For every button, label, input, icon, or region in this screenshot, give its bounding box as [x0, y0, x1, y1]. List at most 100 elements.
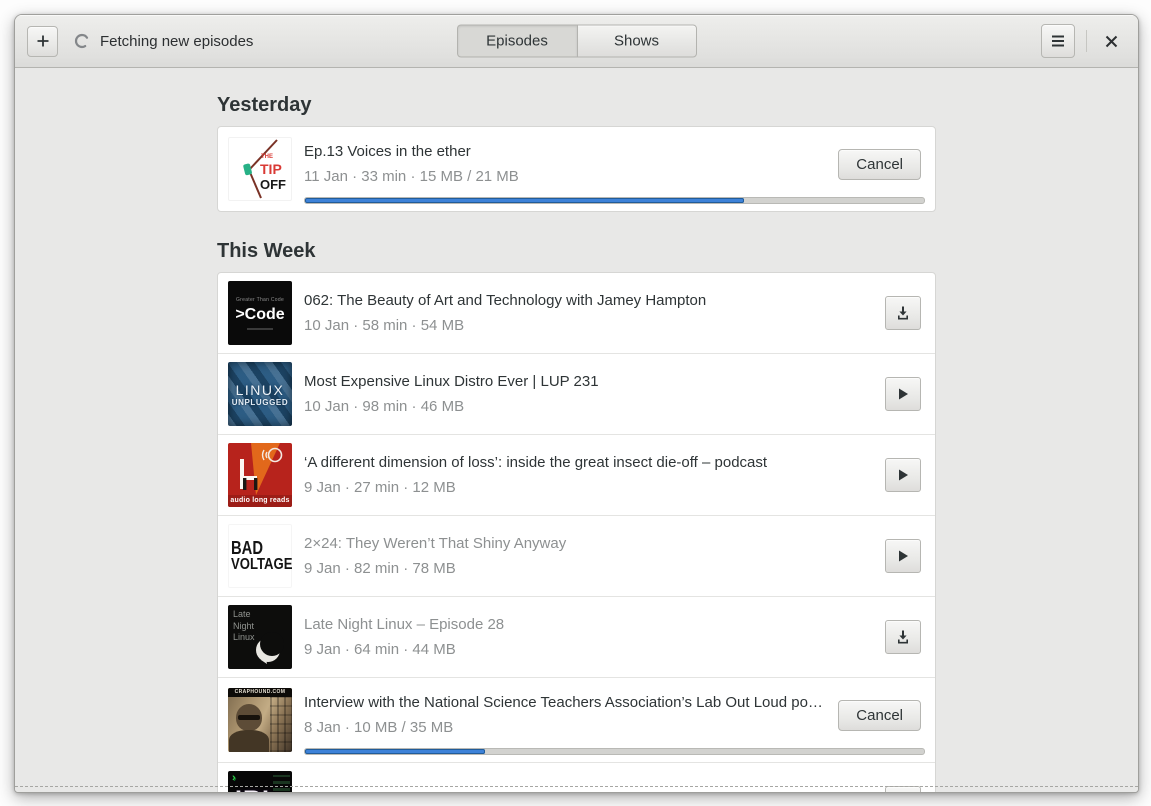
episode-section: This Week Greater Than Code >Code 062: T… — [217, 238, 936, 792]
logo-text: audio long reads — [228, 495, 292, 507]
cancel-button[interactable]: Cancel — [838, 148, 921, 180]
episode-meta: 9 Jan · 64 min · 44 MB — [304, 641, 456, 658]
episode-card: THE TIP OFF Ep.13 Voices in the ether 11… — [217, 126, 936, 212]
headerbar-right — [1041, 24, 1138, 58]
close-button[interactable] — [1098, 28, 1124, 54]
episode-text: 2×24: They Weren’t That Shiny Anyway 9 J… — [304, 533, 873, 579]
play-button[interactable] — [885, 377, 921, 411]
episode-row[interactable]: CRAPHOUND.COM Interview with the Nationa… — [218, 677, 935, 762]
episode-top: 2×24: They Weren’t That Shiny Anyway 9 J… — [304, 533, 921, 579]
logo-text: LINUX — [235, 381, 285, 398]
logo-text: CRAPHOUND.COM — [228, 688, 292, 697]
episode-text: ‘A different dimension of loss’: inside … — [304, 452, 873, 498]
cover-the-tip-off: THE TIP OFF — [228, 137, 292, 201]
close-icon — [1105, 35, 1117, 47]
episode-top: Late Night Linux – Episode 28 9 Jan · 64… — [304, 614, 921, 660]
cover-greater-than-code: Greater Than Code >Code — [228, 281, 292, 345]
episode-top: ‘A different dimension of loss’: inside … — [304, 452, 921, 498]
episode-main: 062: The Beauty of Art and Technology wi… — [304, 273, 921, 353]
app-window: Fetching new episodes Episodes Shows Yes… — [14, 14, 1139, 793]
episode-text: Late Night Linux – Episode 28 9 Jan · 64… — [304, 614, 873, 660]
headerbar-separator — [1086, 30, 1087, 52]
tab-episodes[interactable]: Episodes — [456, 24, 577, 58]
episode-top: Most Expensive Linux Distro Ever | LUP 2… — [304, 371, 921, 417]
episode-meta: 9 Jan · 27 min · 12 MB — [304, 479, 456, 496]
play-button[interactable] — [885, 539, 921, 573]
download-progress-bar — [304, 197, 925, 204]
tab-shows[interactable]: Shows — [576, 24, 697, 58]
scroll-undershoot-indicator — [15, 786, 1138, 787]
episode-row[interactable]: THE TIP OFF Ep.13 Voices in the ether 11… — [218, 127, 935, 211]
play-icon — [899, 550, 908, 562]
spinner-icon — [74, 33, 90, 49]
logo-text: BAD — [231, 537, 263, 558]
episode-title: ‘A different dimension of loss’: inside … — [304, 454, 768, 471]
episode-main: Late Night Linux – Episode 28 9 Jan · 64… — [304, 597, 921, 677]
episode-row[interactable]: › IRL Bot or Not — [218, 762, 935, 792]
episode-main: Most Expensive Linux Distro Ever | LUP 2… — [304, 354, 921, 434]
episode-title: 2×24: They Weren’t That Shiny Anyway — [304, 535, 567, 552]
add-podcast-button[interactable] — [27, 25, 58, 57]
episode-meta: 10 Jan · 58 min · 54 MB — [304, 317, 465, 334]
section-title: This Week — [217, 240, 316, 262]
plus-icon — [37, 35, 48, 47]
play-icon — [899, 469, 908, 481]
play-button[interactable] — [885, 458, 921, 492]
logo-decoration — [229, 730, 269, 752]
logo-decoration — [270, 697, 292, 752]
episode-meta: 11 Jan · 33 min · 15 MB / 21 MB — [304, 168, 519, 185]
episode-main: Interview with the National Science Teac… — [304, 678, 925, 762]
episode-title: Interview with the National Science Teac… — [304, 694, 827, 711]
episode-main: 2×24: They Weren’t That Shiny Anyway 9 J… — [304, 516, 921, 596]
cover-audio-long-reads: audio long reads — [228, 443, 292, 507]
episode-row[interactable]: Greater Than Code >Code 062: The Beauty … — [218, 273, 935, 353]
cover-linux-unplugged: LINUX UNPLUGGED — [228, 362, 292, 426]
episode-row[interactable]: Late Night Linux Late Night Linux – Epis… — [218, 596, 935, 677]
download-button[interactable] — [885, 296, 921, 330]
download-button[interactable] — [885, 620, 921, 654]
logo-text: TIP — [260, 161, 282, 177]
logo-text: › — [232, 772, 236, 784]
cover-late-night-linux: Late Night Linux — [228, 605, 292, 669]
cover-craphound: CRAPHOUND.COM — [228, 688, 292, 752]
episode-text: Interview with the National Science Teac… — [304, 692, 826, 738]
logo-text: >Code — [235, 305, 285, 323]
episode-top: 062: The Beauty of Art and Technology wi… — [304, 290, 921, 336]
episode-meta: 9 Jan · 82 min · 78 MB — [304, 560, 456, 577]
episode-meta: 8 Jan · 10 MB / 35 MB — [304, 719, 454, 736]
download-progress-fill — [305, 198, 745, 203]
status-text: Fetching new episodes — [100, 32, 254, 50]
download-progress-bar — [304, 748, 925, 755]
hamburger-icon — [1052, 35, 1064, 47]
episode-card: Greater Than Code >Code 062: The Beauty … — [217, 272, 936, 792]
logo-text: Greater Than Code — [235, 296, 285, 303]
logo-text: VOLTAGE — [231, 556, 292, 574]
menu-button[interactable] — [1041, 24, 1075, 58]
episode-title: Ep.13 Voices in the ether — [304, 143, 471, 160]
logo-decoration — [247, 327, 273, 330]
episode-row[interactable]: LINUX UNPLUGGED Most Expensive Linux Dis… — [218, 353, 935, 434]
play-icon — [899, 388, 908, 400]
episode-text: 062: The Beauty of Art and Technology wi… — [304, 290, 873, 336]
logo-text: OFF — [260, 177, 286, 192]
episodes-view: Yesterday THE TIP OFF Ep.13 Voices in th… — [15, 68, 1138, 792]
logo-text: THE — [261, 154, 273, 160]
episodes-list: Yesterday THE TIP OFF Ep.13 Voices in th… — [217, 92, 936, 792]
episode-section: Yesterday THE TIP OFF Ep.13 Voices in th… — [217, 92, 936, 212]
logo-decoration — [238, 715, 260, 720]
episode-title: Most Expensive Linux Distro Ever | LUP 2… — [304, 373, 599, 390]
episode-top: Ep.13 Voices in the ether 11 Jan · 33 mi… — [304, 141, 921, 197]
episode-row[interactable]: BAD VOLTAGE 2×24: They Weren’t That Shin… — [218, 515, 935, 596]
episode-title: 062: The Beauty of Art and Technology wi… — [304, 292, 707, 309]
episode-title: Bot or Not — [304, 790, 873, 792]
episode-row[interactable]: audio long reads ‘A different dimension … — [218, 434, 935, 515]
download-progress-fill — [305, 749, 485, 754]
cancel-button[interactable]: Cancel — [838, 699, 921, 731]
episode-main: Ep.13 Voices in the ether 11 Jan · 33 mi… — [304, 127, 925, 211]
episode-text: Most Expensive Linux Distro Ever | LUP 2… — [304, 371, 873, 417]
episode-text: Ep.13 Voices in the ether 11 Jan · 33 mi… — [304, 141, 826, 187]
episode-main: Bot or Not — [304, 763, 921, 792]
episode-text: Bot or Not — [304, 790, 873, 792]
headerbar: Fetching new episodes Episodes Shows — [15, 15, 1138, 68]
episode-main: ‘A different dimension of loss’: inside … — [304, 435, 921, 515]
